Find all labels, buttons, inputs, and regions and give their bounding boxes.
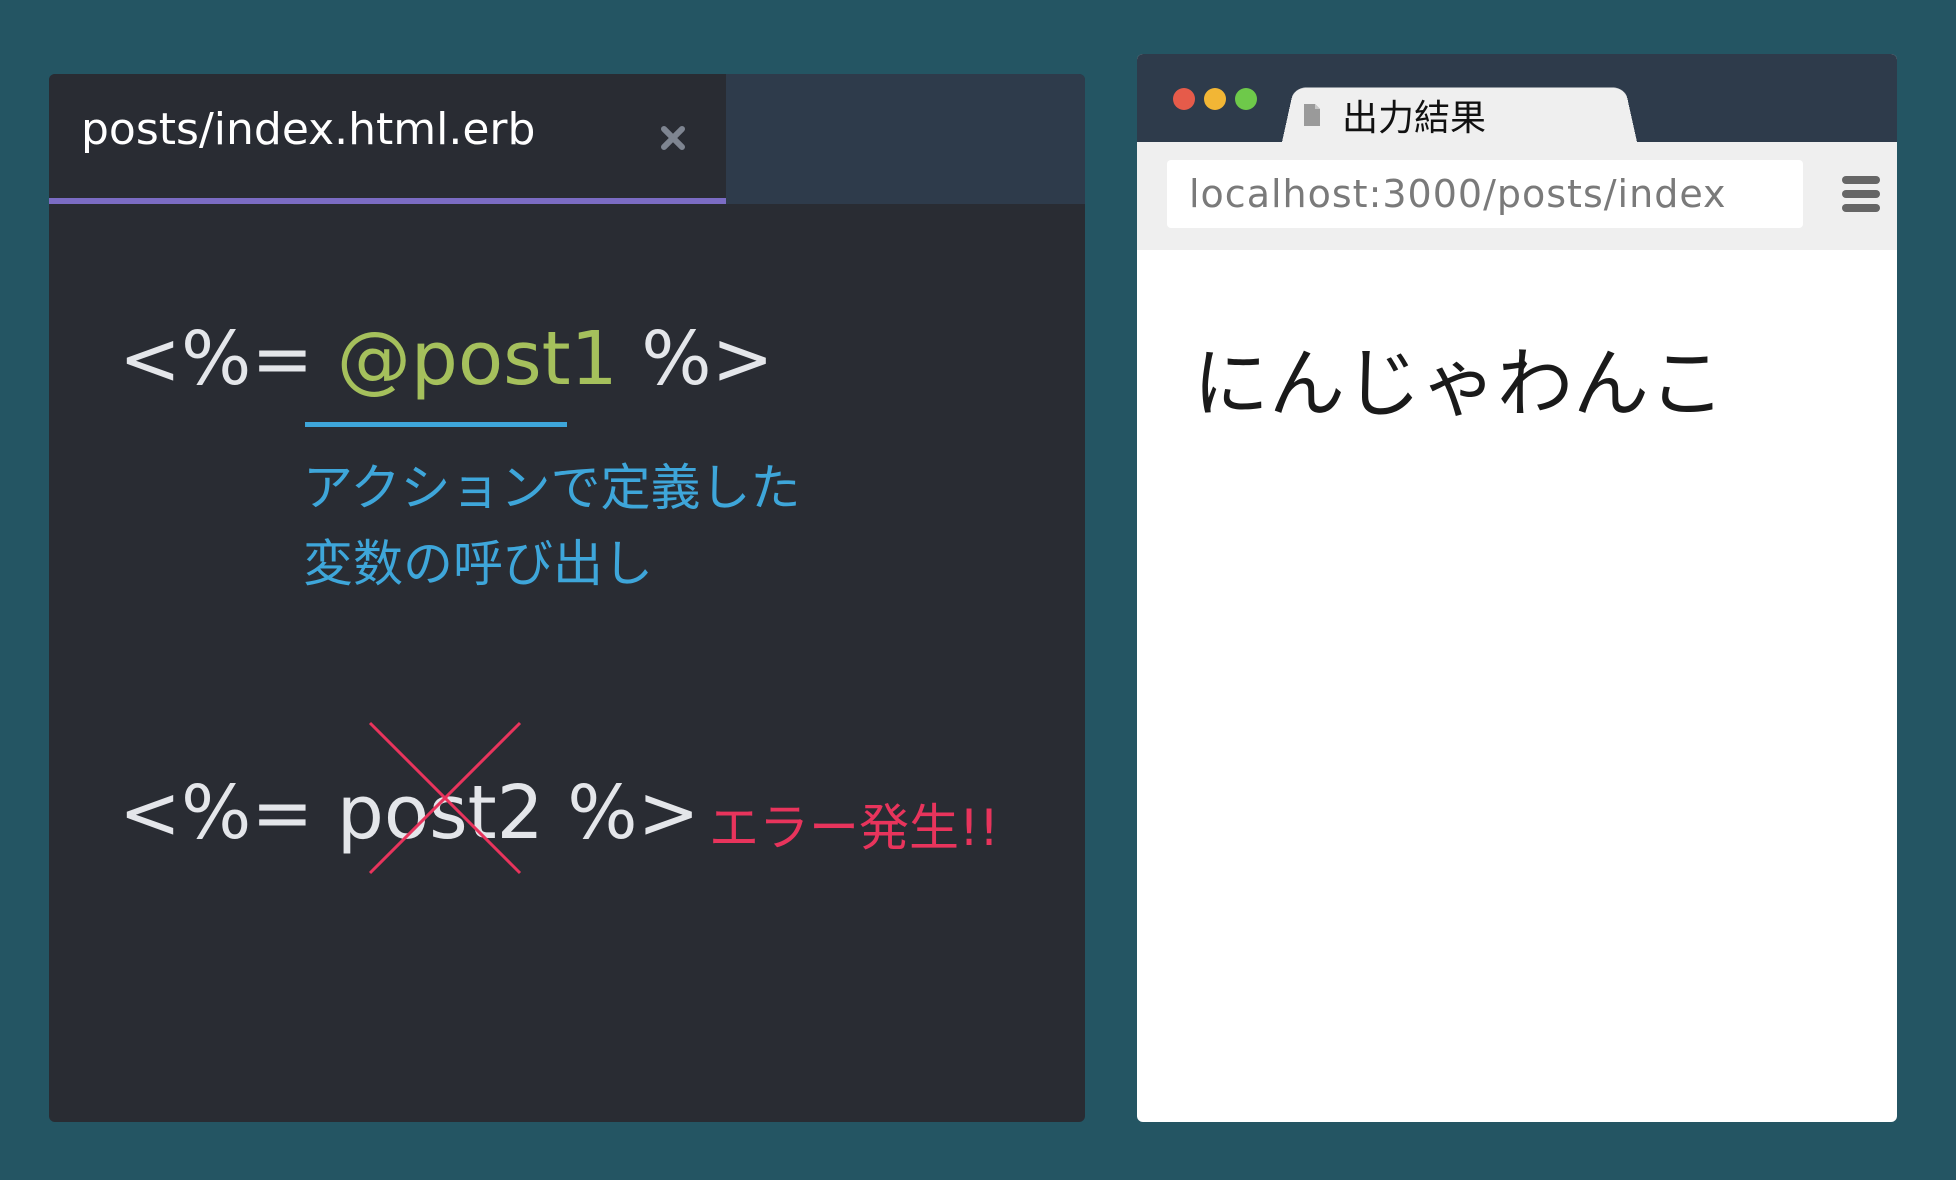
cross-icon — [368, 721, 521, 875]
erb-close-tag: %> — [543, 770, 700, 856]
erb-open-tag: <%= — [119, 770, 337, 856]
code-line-invalid: <%= post2 %> — [119, 721, 700, 875]
local-variable-wrap: post2 — [337, 721, 544, 875]
window-maximize-button[interactable] — [1235, 88, 1257, 110]
document-icon — [1304, 104, 1320, 126]
browser-toolbar: localhost:3000/posts/index — [1137, 142, 1897, 250]
error-label: エラー発生!! — [709, 799, 1000, 857]
browser-tab-content: 出力結果 — [1304, 88, 1486, 142]
editor-tab-active[interactable]: posts/index.html.erb — [49, 74, 726, 204]
menu-icon-bar — [1842, 204, 1880, 212]
erb-open-tag: <%= — [119, 316, 337, 402]
instance-variable: @post1 — [336, 316, 618, 402]
page-output-text: にんじゃわんこ — [1193, 339, 1725, 428]
menu-icon-bar — [1842, 190, 1880, 198]
window-minimize-button[interactable] — [1204, 88, 1226, 110]
browser-title-bar: 出力結果 — [1137, 54, 1897, 142]
menu-icon[interactable] — [1842, 176, 1880, 218]
editor-tab-bar: posts/index.html.erb — [49, 74, 1085, 204]
address-bar[interactable]: localhost:3000/posts/index — [1167, 160, 1803, 228]
browser-tab-title: 出力結果 — [1342, 98, 1487, 139]
close-icon[interactable] — [655, 120, 691, 156]
editor-tab-filename: posts/index.html.erb — [81, 104, 536, 155]
annotation-line-2: 変数の呼び出し — [303, 535, 653, 593]
code-editor-panel: posts/index.html.erb <%= @post1 %> アクション… — [49, 74, 1085, 1122]
variable-underline — [305, 422, 567, 427]
annotation-line-1: アクションで定義した — [303, 459, 801, 517]
window-close-button[interactable] — [1173, 88, 1195, 110]
menu-icon-bar — [1842, 176, 1880, 184]
browser-window: 出力結果 localhost:3000/posts/index にんじゃわんこ — [1137, 54, 1897, 1122]
erb-close-tag: %> — [617, 316, 774, 402]
code-line-valid: <%= @post1 %> — [119, 316, 774, 402]
